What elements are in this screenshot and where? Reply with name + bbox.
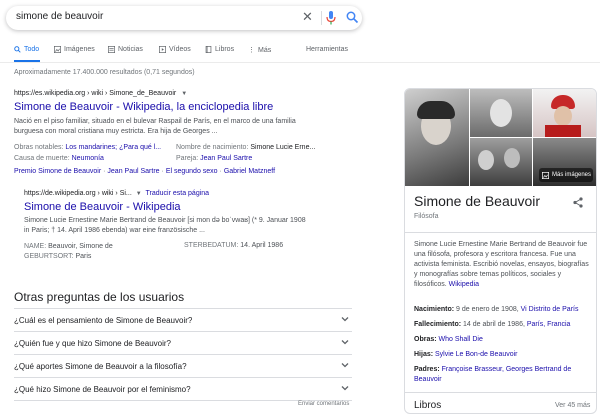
more-images-label: Más imágenes: [552, 172, 592, 178]
tab-label: Herramientas: [306, 46, 349, 53]
knowledge-panel: Más imágenes Simone de Beauvoir Filósofa…: [404, 88, 597, 414]
kp-fact: Hijas: Sylvie Le Bon-de Beauvoir: [414, 351, 518, 358]
result-snippet: Nació en el piso familiar, situado en el…: [14, 118, 296, 135]
kp-fact: Fallecimiento: 14 de abril de 1986, Parí…: [414, 321, 571, 328]
translate-link[interactable]: Traducir esta página: [146, 190, 210, 197]
chevron-down-icon: [341, 386, 349, 391]
tab-tools[interactable]: Herramientas: [306, 46, 348, 53]
paa-question[interactable]: ¿Qué hizo Simone de Beauvoir por el femi…: [14, 377, 352, 401]
tab-label: Todo: [24, 46, 40, 53]
microphone-icon[interactable]: [326, 11, 336, 25]
divider: [321, 11, 322, 25]
hair-shape: [417, 101, 455, 119]
tab-videos[interactable]: Vídeos: [159, 46, 191, 53]
chevron-down-icon: [341, 340, 349, 345]
menu-caret-icon[interactable]: ▼: [181, 91, 187, 97]
result-fact: Nombre de nacimiento: Simone Lucie Erne.…: [176, 144, 316, 151]
tab-images[interactable]: Imágenes: [54, 46, 95, 53]
face-shape: [478, 150, 494, 170]
result-fact: Pareja: Jean Paul Sartre: [176, 155, 253, 162]
coat-shape: [545, 125, 581, 137]
divider: [0, 62, 600, 63]
kp-title: Simone de Beauvoir: [414, 193, 541, 209]
kp-books-more-link[interactable]: Ver 45 más: [555, 402, 590, 409]
sitelinks: Premio Simone de Beauvoir · Jean Paul Sa…: [14, 168, 276, 175]
face-shape: [554, 106, 572, 126]
menu-caret-icon[interactable]: ▼: [136, 191, 142, 197]
book-icon: [205, 46, 212, 53]
result-fact: Obras notables: Los mandarines; ¿Para qu…: [14, 144, 162, 151]
kp-subtitle: Filósofa: [414, 213, 439, 220]
photo-grid[interactable]: Más imágenes: [405, 89, 596, 186]
tab-label: Noticias: [118, 46, 143, 53]
tab-more[interactable]: ⋮ Más: [248, 46, 272, 55]
divider: [405, 232, 596, 233]
share-icon[interactable]: [573, 197, 583, 208]
kp-fact: Nacimiento: 9 de enero de 1908, Vi Distr…: [414, 306, 579, 313]
search-input[interactable]: simone de beauvoir: [16, 11, 103, 22]
result-title[interactable]: Simone de Beauvoir - Wikipedia: [24, 201, 181, 213]
photo-thumb[interactable]: Más imágenes: [533, 138, 596, 186]
sitelink[interactable]: El segundo sexo: [166, 168, 218, 175]
wikipedia-link[interactable]: Wikipedia: [449, 281, 479, 288]
news-icon: [108, 46, 115, 53]
kp-fact: Obras: Who Shall Die: [414, 336, 483, 343]
result-title[interactable]: Simone de Beauvoir - Wikipedia, la encic…: [14, 101, 273, 113]
face-shape: [490, 99, 512, 127]
tab-label: Vídeos: [169, 46, 191, 53]
result-url[interactable]: https://es.wikipedia.org › wiki › Simone…: [14, 90, 187, 97]
face-shape: [504, 148, 520, 168]
sitelink[interactable]: Jean Paul Sartre: [107, 168, 159, 175]
result-fact: STERBEDATUM: 14. April 1986: [184, 242, 284, 249]
result-fact: Causa de muerte: Neumonía: [14, 155, 104, 162]
search-icon[interactable]: [346, 11, 359, 24]
paa-question[interactable]: ¿Quién fue y que hizo Simone de Beauvoir…: [14, 331, 352, 354]
tab-news[interactable]: Noticias: [108, 46, 143, 53]
result-url[interactable]: https://de.wikipedia.org › wiki › Si... …: [24, 190, 209, 197]
sitelink[interactable]: Premio Simone de Beauvoir: [14, 168, 101, 175]
paa-title: Otras preguntas de los usuarios: [14, 290, 185, 304]
tab-books[interactable]: Libros: [205, 46, 234, 53]
image-icon: [542, 171, 549, 179]
kp-fact: Padres: Françoise Brasseur, Georges Bert…: [414, 366, 572, 383]
divider: [405, 392, 596, 393]
clear-icon[interactable]: ✕: [302, 10, 313, 24]
chevron-down-icon: [341, 317, 349, 322]
result-stats: Aproximadamente 17.400.000 resultados (0…: [14, 69, 195, 76]
chevron-down-icon: [341, 363, 349, 368]
portrait-photo[interactable]: [405, 89, 469, 186]
image-icon: [54, 46, 61, 53]
paa-question[interactable]: ¿Qué aportes Simone de Beauvoir a la fil…: [14, 354, 352, 377]
more-images-button[interactable]: Más imágenes: [539, 168, 593, 182]
video-icon: [159, 46, 166, 53]
result-snippet: Simone Lucie Ernestine Marie Bertrand de…: [24, 217, 306, 234]
sitelink[interactable]: Gabriel Matzneff: [224, 168, 275, 175]
photo-thumb[interactable]: [470, 138, 532, 186]
more-icon: ⋮: [248, 47, 255, 54]
photo-thumb[interactable]: [533, 89, 596, 137]
kp-books-title: Libros: [414, 400, 442, 411]
result-fact: NAME: Beauvoir, Simone de: [24, 243, 113, 250]
result-fact: GEBURTSORT: Paris: [24, 253, 92, 260]
photo-thumb[interactable]: [470, 89, 532, 137]
kp-description: Simone Lucie Ernestine Marie Bertrand de…: [414, 241, 589, 288]
paa-question[interactable]: ¿Cuál es el pensamiento de Simone de Bea…: [14, 308, 352, 331]
tab-todo[interactable]: Todo: [14, 46, 39, 53]
feedback-link[interactable]: Enviar comentarios: [298, 401, 349, 407]
tab-label: Libros: [215, 46, 235, 53]
tab-label: Más: [258, 46, 272, 54]
search-bar[interactable]: simone de beauvoir ✕: [6, 6, 362, 30]
search-icon: [14, 46, 21, 53]
tab-label: Imágenes: [64, 46, 95, 53]
